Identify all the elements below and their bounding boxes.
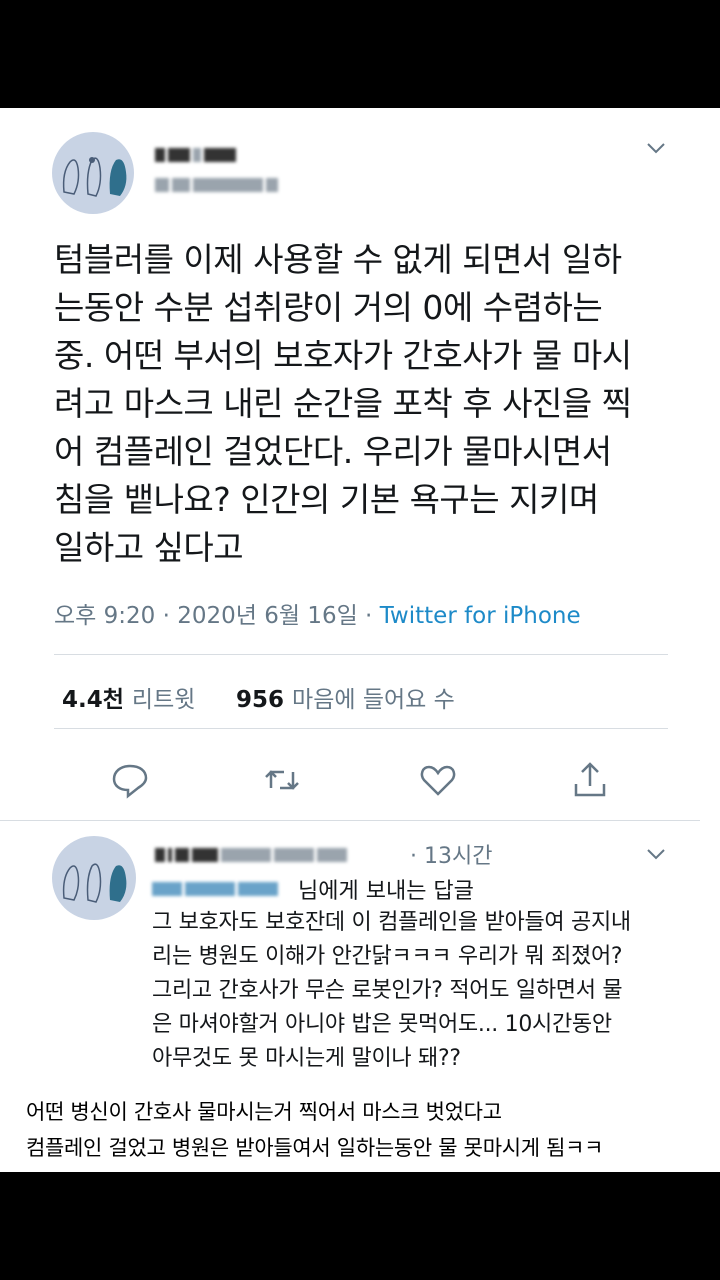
replying-to-text: 님에게 보내는 답글 [298,879,474,904]
chevron-down-icon[interactable] [644,138,668,158]
divider [0,820,700,821]
replying-to-label: 님에게 보내는 답글 [298,873,474,905]
tweet-text: 텀블러를 이제 사용할 수 없게 되면서 일하 는동안 수분 섭취량이 거의 0… [54,240,632,567]
caption-line-2: 컴플레인 걸었고 병원은 받아들여서 일하는동안 물 못마시게 됨ㅋㅋ [26,1136,604,1160]
reply-avatar[interactable] [52,836,136,920]
handle-redacted [155,174,281,193]
retweet-label: 리트윗 [131,687,196,713]
replying-to-handle-redacted [152,878,281,897]
like-label: 마음에 들어요 수 [292,687,455,713]
share-icon[interactable] [570,760,610,800]
reply-username-redacted [155,844,350,863]
chevron-down-icon[interactable] [644,844,668,864]
divider [54,654,668,655]
tweet-meta: 오후 9:20 · 2020년 6월 16일 · Twitter for iPh… [54,596,581,630]
username-redacted [155,144,239,163]
reply-time: · 13시간 [410,844,493,869]
tweet-source-link[interactable]: Twitter for iPhone [380,603,581,629]
screenshot-content: 텀블러를 이제 사용할 수 없게 되면서 일하 는동안 수분 섭취량이 거의 0… [0,108,720,1172]
caption-line-1: 어떤 병신이 간호사 물마시는거 찍어서 마스크 벗었다고 [26,1100,502,1124]
divider [54,728,668,729]
tweet-stats: 4.4천 리트윗 956 마음에 들어요 수 [62,680,455,714]
retweet-count[interactable]: 4.4천 [62,687,124,713]
tweet-time: 오후 9:20 · 2020년 6월 16일 · [54,603,380,629]
reply-icon[interactable] [110,760,150,800]
reply-text: 그 보호자도 보호잔데 이 컴플레인을 받아들여 공지내 리는 병원도 이해가 … [152,910,631,1071]
retweet-icon[interactable] [262,760,302,800]
like-count[interactable]: 956 [236,687,284,713]
like-icon[interactable] [418,760,458,800]
avatar[interactable] [52,132,134,214]
